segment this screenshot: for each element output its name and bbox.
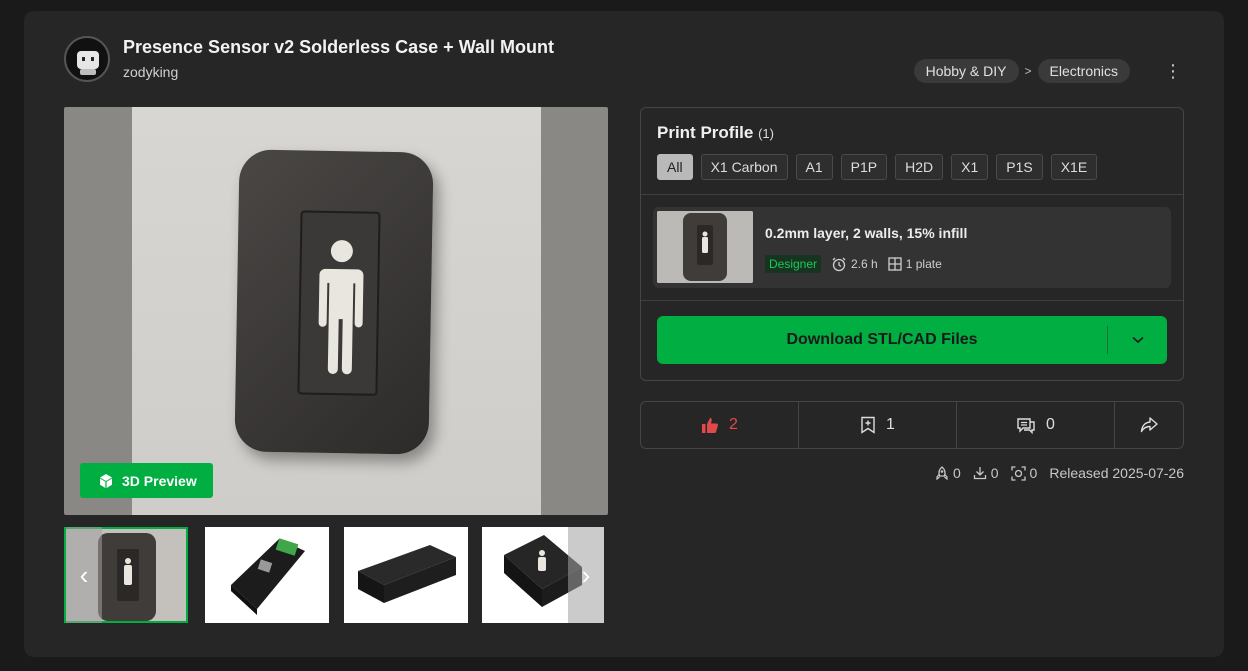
print-profile-count: (1): [758, 126, 774, 141]
robot-avatar-icon: [77, 51, 99, 75]
person-figure-icon: [318, 240, 364, 375]
printer-filter-all[interactable]: All: [657, 154, 693, 180]
collect-button[interactable]: 1: [799, 402, 957, 448]
print-scan-icon: [1010, 465, 1026, 481]
cube-icon: [100, 473, 112, 488]
print-count: 0: [1029, 465, 1038, 481]
model-stats: 0 0 0 Released 2025-07-26: [935, 465, 1184, 481]
print-time-value: 2.6 h: [851, 257, 878, 271]
profile-meta: Designer 2.6 h 1 plate: [765, 255, 942, 273]
rocket-icon: [936, 465, 948, 480]
download-label: Download STL/CAD Files: [786, 331, 978, 348]
breadcrumb-item-hobby-diy[interactable]: Hobby & DIY: [913, 59, 1019, 83]
breadcrumb-item-electronics[interactable]: Electronics: [1037, 59, 1130, 83]
designer-badge: Designer: [765, 255, 822, 273]
profile-thumb-render: [657, 211, 753, 283]
profile-thumbnail: [657, 211, 753, 283]
comment-button[interactable]: 0: [957, 402, 1115, 448]
comment-icon: [1017, 418, 1035, 434]
action-bar: 2 1 0: [640, 401, 1184, 449]
plate-count: 1 plate: [888, 257, 942, 271]
like-button[interactable]: 2: [641, 402, 799, 448]
boost-stat: 0: [935, 465, 961, 481]
model-title: Presence Sensor v2 Solderless Case + Wal…: [123, 37, 555, 57]
wall-plate-render: [234, 149, 434, 455]
author-avatar[interactable]: [64, 36, 110, 82]
printer-filter-p1p[interactable]: P1P: [840, 154, 888, 180]
divider: [641, 194, 1183, 195]
print-profile-item[interactable]: 0.2mm layer, 2 walls, 15% infill Designe…: [653, 207, 1171, 288]
printer-filter-p1s[interactable]: P1S: [996, 154, 1043, 180]
chevron-left-icon: ‹: [79, 559, 89, 590]
chevron-down-icon: [1131, 336, 1144, 344]
thumbs-up-icon: [702, 418, 719, 433]
printer-filter-x1-carbon[interactable]: X1 Carbon: [700, 154, 788, 180]
download-count: 0: [990, 465, 999, 481]
comment-count: 0: [1046, 416, 1055, 433]
plate-icon: [888, 257, 902, 271]
print-profile-title: Print Profile: [657, 123, 754, 142]
breadcrumb-separator: >: [1024, 64, 1032, 78]
share-arrow-icon: [1140, 417, 1158, 433]
thumbnail-next-button[interactable]: ›: [568, 527, 604, 623]
main-model-image[interactable]: 3D Preview: [64, 107, 608, 515]
thumb-case-closed-render: [344, 527, 468, 623]
share-button[interactable]: [1115, 402, 1183, 448]
more-options-icon[interactable]: ⋮: [1164, 61, 1182, 81]
3d-preview-label: 3D Preview: [122, 472, 197, 489]
print-profile-heading: Print Profile (1): [657, 123, 774, 143]
print-time: 2.6 h: [831, 256, 878, 272]
thumbnail-2[interactable]: [205, 527, 329, 623]
printer-filter-x1[interactable]: X1: [951, 154, 989, 180]
download-icon: [973, 467, 986, 480]
like-count: 2: [729, 416, 738, 433]
alarm-clock-icon: [832, 257, 846, 272]
print-stat: 0: [1010, 465, 1038, 481]
profile-name: 0.2mm layer, 2 walls, 15% infill: [765, 225, 968, 241]
printer-filter-h2d[interactable]: H2D: [895, 154, 944, 180]
thumbnail-strip: ‹ ›: [64, 527, 608, 623]
printer-filter-a1[interactable]: A1: [795, 154, 833, 180]
release-date: Released 2025-07-26: [1049, 465, 1184, 481]
bookmark-plus-icon: [861, 416, 875, 434]
thumbnail-3[interactable]: [344, 527, 468, 623]
print-profile-panel: Print Profile (1) All X1 Carbon A1 P1P H…: [640, 107, 1184, 381]
plate-count-value: 1 plate: [905, 257, 942, 271]
3d-preview-button[interactable]: 3D Preview: [80, 463, 213, 498]
model-card: Presence Sensor v2 Solderless Case + Wal…: [24, 11, 1224, 657]
category-breadcrumb: Hobby & DIY > Electronics: [913, 59, 1130, 83]
download-stat: 0: [973, 465, 999, 481]
chevron-right-icon: ›: [581, 559, 591, 590]
printer-filter-x1e[interactable]: X1E: [1050, 154, 1098, 180]
author-name[interactable]: zodyking: [123, 64, 178, 80]
thumbnail-prev-button[interactable]: ‹: [66, 527, 102, 623]
collect-count: 1: [886, 416, 895, 433]
divider: [641, 300, 1183, 301]
printer-filter: All X1 Carbon A1 P1P H2D X1 P1S X1E: [657, 154, 1098, 180]
download-files-button[interactable]: Download STL/CAD Files: [657, 316, 1167, 364]
boost-count: 0: [952, 465, 961, 481]
thumb-case-open-render: [205, 527, 329, 623]
download-options-button[interactable]: [1108, 316, 1167, 364]
plate-window: [297, 210, 381, 396]
